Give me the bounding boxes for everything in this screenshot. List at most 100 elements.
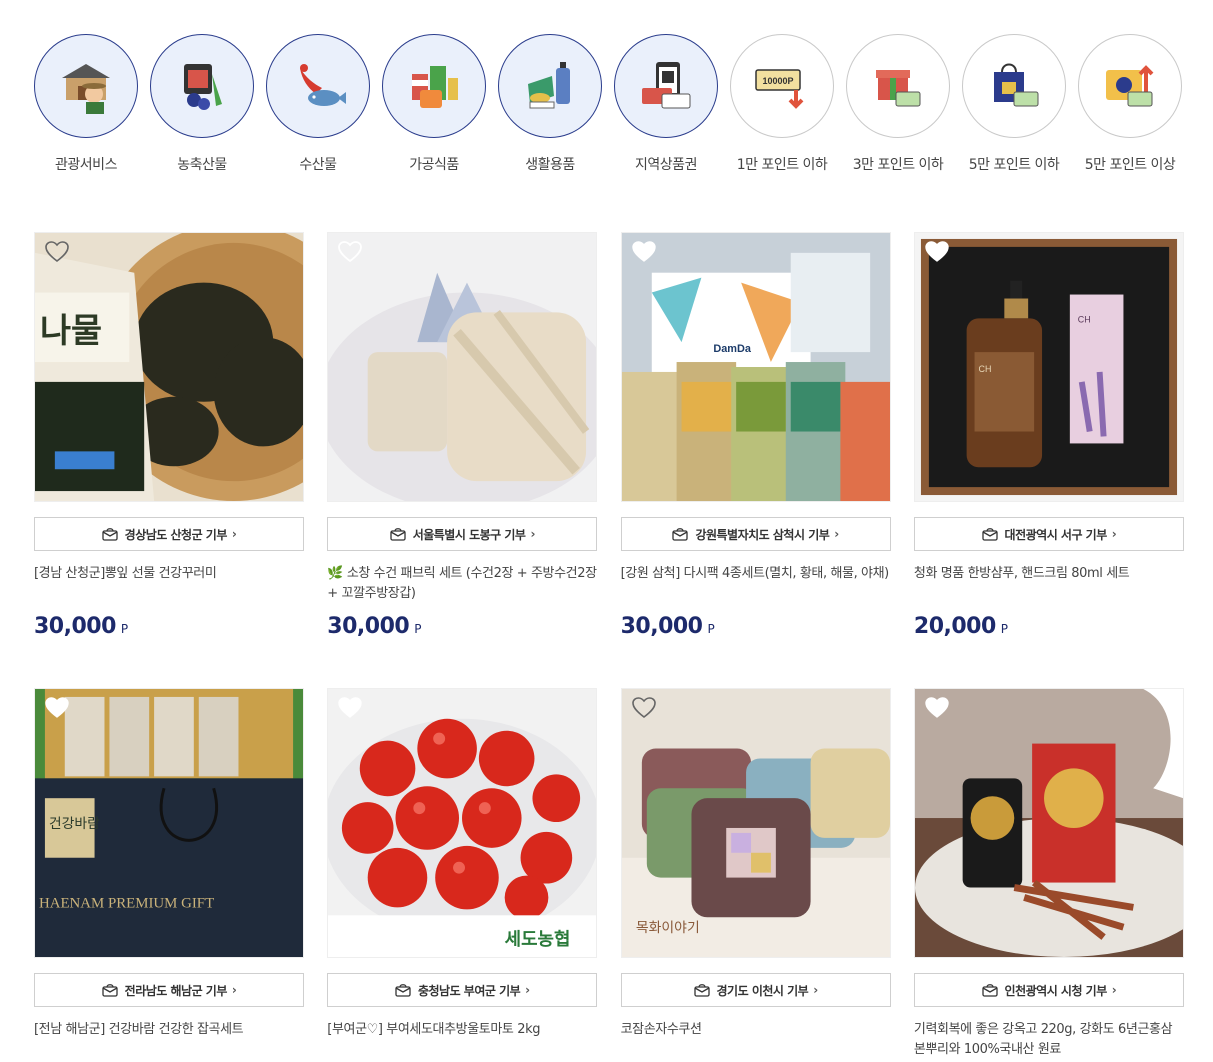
category-label: 5만 포인트 이하 (968, 157, 1060, 173)
shampoo-set-image: CH CH (914, 233, 1183, 501)
product-card[interactable]: 세도농협 충청남도 부여군 기부 › [부여군♡] 부여세도대추방울토마토 2k… (327, 688, 598, 1060)
chevron-right-icon: › (530, 527, 535, 541)
bottle-label: CH (978, 364, 991, 374)
product-card[interactable]: 나물 경상남도 산청군 기부 › [경남 산청군]뽕잎 선물 건강꾸러미 30,… (34, 232, 304, 688)
heart-icon[interactable] (45, 241, 69, 263)
category-label: 1만 포인트 이하 (736, 157, 828, 173)
category-tourism[interactable]: 관광서비스 (34, 34, 138, 174)
product-card[interactable]: DamDa 강원특별자치도 삼척시 기부 › [강원 삼척] 다시팩 4종세트(… (620, 232, 891, 688)
product-grid: 나물 경상남도 산청군 기부 › [경남 산청군]뽕잎 선물 건강꾸러미 30,… (34, 232, 1184, 1060)
price-unit: P (120, 622, 129, 636)
brand-stamp: 건강바람 (49, 816, 100, 832)
points-30000-icon (876, 70, 921, 107)
heart-icon[interactable] (631, 241, 656, 263)
heart-icon[interactable] (925, 697, 949, 719)
price-unit: P (1000, 622, 1009, 636)
chevron-right-icon: › (231, 527, 237, 541)
product-name[interactable]: [경남 산청군]뽕잎 선물 건강꾸러미 (34, 564, 304, 604)
donor-label: 서울특별시 도봉구 기부 (412, 527, 526, 542)
product-row: 건강바람 HAENAM PREMIUM GIFT 전라남도 해남군 기부 › [… (34, 688, 1184, 1060)
category-seafood[interactable]: 수산물 (266, 34, 370, 174)
chevron-right-icon: › (231, 983, 237, 997)
category-label: 수산물 (299, 157, 337, 173)
donation-icon (981, 528, 998, 541)
product-name-text: 소창 수건 패브릭 세트 (수건2장 + 주방수건2장 + 꼬깔주방장갑) (327, 566, 597, 601)
price-unit: P (414, 622, 422, 636)
product-card[interactable]: 인천광역시 시청 기부 › 기력회복에 좋은 강옥고 220g, 강화도 6년근… (913, 688, 1184, 1060)
category-processed-food[interactable]: 가공식품 (382, 34, 486, 174)
product-card[interactable]: 목화이야기 경기도 이천시 기부 › 코잠손자수쿠션 (620, 688, 891, 1060)
donor-button[interactable]: 충청남도 부여군 기부 › (327, 973, 598, 1007)
donor-label: 전라남도 해남군 기부 (124, 983, 228, 998)
donation-icon (395, 984, 411, 997)
category-circle (1078, 34, 1182, 138)
category-points-10000[interactable]: 10000P 1만 포인트 이하 (730, 34, 834, 174)
category-label: 농축산물 (177, 157, 227, 173)
product-image[interactable]: 나물 (34, 232, 304, 502)
category-points-50000[interactable]: 5만 포인트 이하 (962, 34, 1066, 174)
category-circle (150, 34, 254, 138)
product-name[interactable]: [강원 삼척] 다시팩 4종세트(멸치, 황태, 해물, 야채) (621, 564, 891, 604)
heart-icon[interactable] (45, 697, 69, 719)
product-image[interactable]: CH CH (913, 232, 1184, 502)
product-image[interactable] (327, 232, 598, 502)
product-image[interactable]: 목화이야기 (620, 688, 891, 958)
product-card[interactable]: CH CH 대전광역시 서구 기부 › 청화 명품 한방샴푸, 핸드크림 80m… (913, 232, 1184, 688)
donor-label: 경기도 이천시 기부 (716, 983, 809, 998)
donor-button[interactable]: 전라남도 해남군 기부 › (34, 973, 304, 1007)
product-name[interactable]: 기력회복에 좋은 강옥고 220g, 강화도 6년근홍삼 본뿌리와 100%국내… (914, 1020, 1184, 1060)
donor-button[interactable]: 경기도 이천시 기부 › (620, 973, 891, 1007)
category-agriculture[interactable]: 농축산물 (150, 34, 254, 174)
category-nav: 관광서비스 농축산물 수산물 가공식품 생활용품 지역상품권 10000P 1만… (34, 34, 1194, 174)
category-circle (266, 34, 370, 138)
dried-greens-image: 나물 (35, 233, 303, 501)
heart-icon[interactable] (925, 241, 949, 263)
donor-button[interactable]: 인천광역시 시청 기부 › (913, 973, 1184, 1007)
product-image[interactable] (913, 688, 1184, 958)
category-label: 5만 포인트 이상 (1084, 157, 1176, 173)
product-card[interactable]: 서울특별시 도봉구 기부 › 🌿 소창 수건 패브릭 세트 (수건2장 + 주방… (327, 232, 598, 688)
chevron-right-icon: › (813, 983, 818, 997)
category-household[interactable]: 생활용품 (498, 34, 602, 174)
category-circle (34, 34, 138, 138)
heart-icon[interactable] (338, 697, 362, 719)
price-value: 30,000 (327, 614, 410, 639)
donor-label: 경상남도 산청군 기부 (124, 527, 228, 542)
product-card[interactable]: 건강바람 HAENAM PREMIUM GIFT 전라남도 해남군 기부 › [… (34, 688, 304, 1060)
product-image[interactable]: 세도농협 (327, 688, 598, 958)
product-price: 20,000 P (914, 614, 1184, 639)
heart-icon[interactable] (631, 697, 656, 719)
product-name[interactable]: [전남 해남군] 건강바람 건강한 잡곡세트 (34, 1020, 304, 1060)
category-points-over-50000[interactable]: 5만 포인트 이상 (1078, 34, 1182, 174)
donation-icon (102, 984, 118, 997)
product-name[interactable]: [부여군♡] 부여세도대추방울토마토 2kg (327, 1020, 597, 1060)
category-circle: 10000P (730, 34, 834, 138)
grain-gift-set-image: 건강바람 HAENAM PREMIUM GIFT (35, 689, 303, 957)
points-over-50000-icon (1106, 65, 1154, 107)
donation-icon (102, 528, 118, 541)
product-name[interactable]: 🌿 소창 수건 패브릭 세트 (수건2장 + 주방수건2장 + 꼬깔주방장갑) (327, 564, 597, 604)
heart-icon[interactable] (338, 241, 363, 263)
donor-button[interactable]: 서울특별시 도봉구 기부 › (327, 517, 598, 551)
category-circle (614, 34, 718, 138)
donation-icon (981, 984, 998, 997)
category-label: 3만 포인트 이하 (852, 157, 944, 173)
product-name[interactable]: 청화 명품 한방샴푸, 핸드크림 80ml 세트 (914, 564, 1184, 604)
donation-icon (672, 528, 689, 541)
gift-bag-text: HAENAM PREMIUM GIFT (39, 895, 214, 911)
red-ginseng-image (914, 689, 1183, 957)
donor-button[interactable]: 강원특별자치도 삼척시 기부 › (620, 517, 891, 551)
product-image[interactable]: DamDa (620, 232, 891, 502)
tourism-icon (62, 64, 110, 114)
category-points-30000[interactable]: 3만 포인트 이하 (846, 34, 950, 174)
category-voucher[interactable]: 지역상품권 (614, 34, 718, 174)
chevron-right-icon: › (1111, 983, 1117, 997)
product-name[interactable]: 코잠손자수쿠션 (621, 1020, 891, 1060)
donor-button[interactable]: 대전광역시 서구 기부 › (913, 517, 1184, 551)
product-image[interactable]: 건강바람 HAENAM PREMIUM GIFT (34, 688, 304, 958)
donor-label: 인천광역시 시청 기부 (1004, 983, 1108, 998)
donor-button[interactable]: 경상남도 산청군 기부 › (34, 517, 304, 551)
category-label: 가공식품 (409, 157, 459, 173)
category-label: 생활용품 (525, 157, 575, 173)
product-price: 30,000 P (621, 614, 891, 639)
